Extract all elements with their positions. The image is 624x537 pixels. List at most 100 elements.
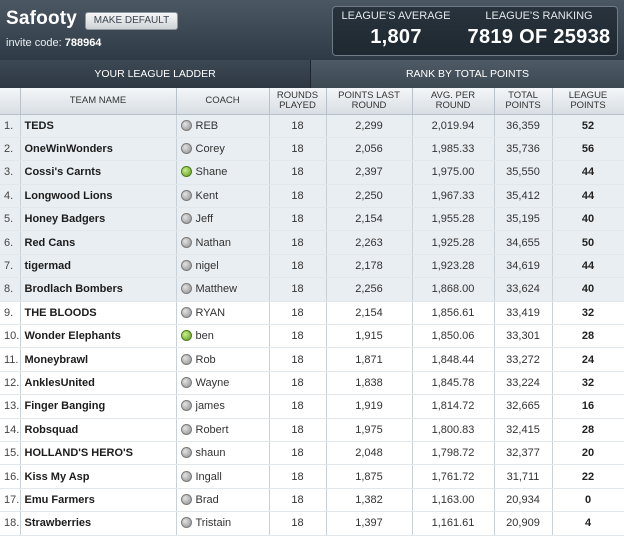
row-position: 6.: [0, 230, 21, 255]
league-points: 56: [552, 137, 624, 162]
coach-cell: RYAN: [176, 301, 270, 326]
table-row: 6. Red Cans Nathan 18 2,263 1,925.28 34,655 50: [0, 230, 624, 255]
coach-name: ben: [195, 330, 214, 343]
total-points: 35,736: [494, 137, 553, 162]
league-ranking: LEAGUE'S RANKING 7819 OF 25938: [459, 10, 619, 49]
row-position: 17.: [0, 488, 21, 513]
column-header-points-last-round[interactable]: POINTS LAST ROUND: [326, 88, 413, 115]
league-points: 50: [552, 230, 624, 255]
row-position: 5.: [0, 207, 21, 232]
total-points: 20,909: [494, 511, 553, 536]
column-header-team-name[interactable]: TEAM NAME: [20, 88, 177, 115]
coach-status-icon: [180, 470, 192, 482]
team-name-link[interactable]: Brodlach Bombers: [20, 277, 177, 302]
row-position: 12.: [0, 371, 21, 396]
column-header-total-points[interactable]: TOTAL POINTS: [494, 88, 553, 115]
team-name-link[interactable]: Cossi's Carnts: [20, 160, 177, 185]
coach-status-icon: [180, 306, 192, 318]
coach-status-icon: [180, 517, 192, 529]
avg-per-round: 1,798.72: [412, 441, 495, 466]
invite-code: invite code: 788964: [6, 37, 101, 49]
team-name-link[interactable]: TEDS: [20, 114, 177, 138]
avg-per-round: 1,975.00: [412, 160, 495, 185]
rounds-played: 18: [269, 464, 327, 489]
team-name-link[interactable]: AnklesUnited: [20, 371, 177, 396]
points-last-round: 1,975: [326, 418, 413, 442]
coach-cell: nigel: [176, 254, 270, 279]
points-last-round: 2,397: [326, 160, 413, 185]
table-header-row: TEAM NAME COACH ROUNDS PLAYED POINTS LAS…: [0, 88, 624, 115]
avg-per-round: 1,163.00: [412, 488, 495, 513]
column-header-league-points[interactable]: LEAGUE POINTS: [552, 88, 624, 115]
avg-per-round: 1,161.61: [412, 511, 495, 536]
avg-per-round: 1,761.72: [412, 464, 495, 489]
team-name-link[interactable]: THE BLOODS: [20, 301, 177, 326]
league-ranking-label: LEAGUE'S RANKING: [485, 10, 593, 22]
coach-cell: Tristain: [176, 511, 270, 536]
coach-status-icon: [180, 260, 192, 272]
points-last-round: 2,256: [326, 277, 413, 302]
league-points: 32: [552, 371, 624, 396]
coach-status-icon: [180, 353, 192, 365]
league-points: 4: [552, 511, 624, 536]
table-row: 16. Kiss My Asp Ingall 18 1,875 1,761.72 31,71…: [0, 464, 624, 489]
total-points: 35,195: [494, 207, 553, 232]
column-header-coach[interactable]: COACH: [176, 88, 270, 115]
rounds-played: 18: [269, 418, 327, 442]
total-points: 34,655: [494, 230, 553, 255]
total-points: 35,412: [494, 184, 553, 209]
points-last-round: 1,382: [326, 488, 413, 513]
coach-cell: Ingall: [176, 464, 270, 489]
coach-name: Shane: [195, 166, 228, 179]
rounds-played: 18: [269, 207, 327, 232]
table-row: 17. Emu Farmers Brad 18 1,382 1,163.00 20,934 0: [0, 488, 624, 513]
team-name-link[interactable]: Robsquad: [20, 418, 177, 442]
points-last-round: 2,250: [326, 184, 413, 209]
column-header-avg-per-round[interactable]: AVG. PER ROUND: [412, 88, 495, 115]
team-name-link[interactable]: tigermad: [20, 254, 177, 279]
make-default-button[interactable]: MAKE DEFAULT: [85, 12, 178, 30]
coach-name: james: [195, 400, 225, 413]
coach-name: Nathan: [195, 236, 231, 249]
rounds-played: 18: [269, 137, 327, 162]
table-row: 3. Cossi's Carnts Shane 18 2,397 1,975.00 35,5…: [0, 160, 624, 185]
row-position: 4.: [0, 184, 21, 209]
team-name-link[interactable]: Finger Banging: [20, 394, 177, 419]
team-name-link[interactable]: Kiss My Asp: [20, 464, 177, 489]
coach-cell: Robert: [176, 418, 270, 442]
team-name-link[interactable]: Moneybrawl: [20, 347, 177, 372]
team-name-link[interactable]: Red Cans: [20, 230, 177, 255]
team-name-link[interactable]: Longwood Lions: [20, 184, 177, 209]
coach-status-icon: [180, 189, 192, 201]
tab-rank-by-total-points[interactable]: RANK BY TOTAL POINTS: [311, 60, 624, 88]
column-header-position: [0, 88, 21, 115]
table-row: 11. Moneybrawl Rob 18 1,871 1,848.44 33,272 24: [0, 347, 624, 372]
team-name-link[interactable]: Emu Farmers: [20, 488, 177, 513]
ladder-tabs: YOUR LEAGUE LADDER RANK BY TOTAL POINTS: [0, 60, 624, 88]
coach-name: nigel: [195, 260, 219, 273]
coach-name: REB: [195, 119, 219, 132]
coach-status-icon: [180, 213, 192, 225]
column-header-rounds-played[interactable]: ROUNDS PLAYED: [269, 88, 327, 115]
avg-per-round: 1,925.28: [412, 230, 495, 255]
league-points: 44: [552, 184, 624, 209]
coach-name: Matthew: [195, 283, 238, 296]
team-name-link[interactable]: OneWinWonders: [20, 137, 177, 162]
rounds-played: 18: [269, 301, 327, 326]
table-row: 13. Finger Banging james 18 1,919 1,814.72 32,…: [0, 394, 624, 419]
team-name-link[interactable]: Strawberries: [20, 511, 177, 536]
league-points: 44: [552, 254, 624, 279]
row-position: 18.: [0, 511, 21, 536]
team-name-link[interactable]: Wonder Elephants: [20, 324, 177, 349]
rounds-played: 18: [269, 324, 327, 349]
coach-cell: Rob: [176, 347, 270, 372]
league-points: 20: [552, 441, 624, 466]
league-ladder-table: TEAM NAME COACH ROUNDS PLAYED POINTS LAS…: [0, 88, 624, 536]
points-last-round: 2,056: [326, 137, 413, 162]
team-name-link[interactable]: Honey Badgers: [20, 207, 177, 232]
total-points: 33,419: [494, 301, 553, 326]
team-name-link[interactable]: HOLLAND'S HERO'S: [20, 441, 177, 466]
tab-your-league-ladder[interactable]: YOUR LEAGUE LADDER: [0, 60, 311, 88]
league-ranking-value: 7819 OF 25938: [467, 26, 611, 48]
row-position: 8.: [0, 277, 21, 302]
